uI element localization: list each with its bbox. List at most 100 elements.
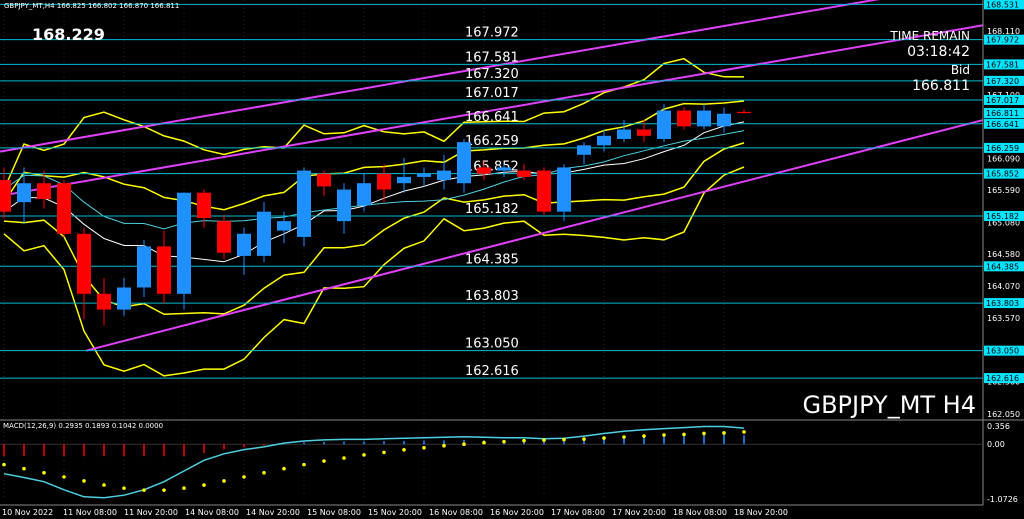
candle-body <box>217 221 231 253</box>
macd-signal-dot <box>62 475 66 479</box>
candle-body <box>537 170 551 212</box>
candle-body <box>97 293 111 310</box>
price-chart[interactable]: 167.972 167.581 167.320 167.017 166.641 166.2… <box>0 0 1024 519</box>
macd-signal-dot <box>282 466 286 471</box>
macd-axis-label: 0.356 <box>987 422 1010 431</box>
candle-body <box>297 170 311 237</box>
macd-signal-dot <box>222 479 226 483</box>
level-label: 167.017 <box>465 86 519 101</box>
level-label: 163.803 <box>465 289 519 304</box>
macd-signal-dot <box>402 448 406 452</box>
macd-signal-dot <box>582 437 586 441</box>
macd-signal-dot <box>422 445 426 450</box>
current-price-readout: 168.229 <box>32 25 105 44</box>
candle-body <box>57 183 71 234</box>
candle-body <box>597 135 611 146</box>
level-label: 164.385 <box>465 252 519 267</box>
candle-body <box>157 246 171 294</box>
macd-signal-dot <box>42 471 46 475</box>
candle-body <box>457 142 471 184</box>
date-label: 16 Nov 20:00 <box>490 508 544 517</box>
axis-price-box-label: 166.259 <box>986 144 1019 153</box>
macd-signal-dot <box>562 437 566 442</box>
time-remain-label: TIME REMAIN <box>889 29 970 43</box>
axis-tick-label: 165.590 <box>987 186 1020 195</box>
axis-tick-label: 168.110 <box>987 27 1020 36</box>
candle-body <box>357 183 371 206</box>
bid-value: 166.811 <box>912 78 970 94</box>
macd-signal-dot <box>22 466 26 471</box>
date-label: 10 Nov 2022 <box>2 508 53 517</box>
axis-price-box-label: 165.182 <box>986 212 1019 221</box>
date-label: 14 Nov 20:00 <box>246 508 300 517</box>
macd-signal-dot <box>742 430 746 434</box>
axis-price-box-label: 166.811 <box>986 109 1019 118</box>
candle-body <box>697 110 711 127</box>
axis-price-box-label: 167.581 <box>986 60 1019 69</box>
axis-price-box-label: 165.852 <box>986 170 1019 179</box>
axis-tick-label: 163.570 <box>987 314 1020 323</box>
macd-signal-dot <box>462 442 466 446</box>
macd-signal-dot <box>482 440 486 445</box>
level-label: 166.259 <box>465 134 519 149</box>
date-label: 18 Nov 08:00 <box>673 508 727 517</box>
axis-price-box-label: 168.531 <box>986 0 1019 9</box>
candle-body <box>577 145 591 155</box>
axis-price-box-label: 163.050 <box>986 347 1019 356</box>
candle-body <box>317 173 331 187</box>
date-label: 11 Nov 20:00 <box>124 508 178 517</box>
candle-body <box>637 129 651 136</box>
macd-signal-dot <box>302 462 306 467</box>
level-label: 167.320 <box>465 67 519 82</box>
candle-body <box>177 192 191 294</box>
level-label: 162.616 <box>465 364 519 379</box>
date-label: 16 Nov 08:00 <box>429 508 483 517</box>
date-label: 15 Nov 20:00 <box>368 508 422 517</box>
macd-signal-dot <box>502 439 506 444</box>
macd-signal-dot <box>242 475 246 479</box>
level-label: 165.182 <box>465 202 519 217</box>
macd-label: MACD(12,26,9) 0.2935 0.1893 0.1042 0.000… <box>3 422 163 430</box>
candle-body <box>17 183 31 203</box>
macd-signal-dot <box>662 433 666 437</box>
candle-body <box>257 211 271 256</box>
candle-body <box>397 176 411 184</box>
level-label: 167.581 <box>465 50 519 65</box>
axis-tick-label: 164.580 <box>987 250 1020 259</box>
macd-signal-dot <box>262 471 266 475</box>
candle-body <box>197 192 211 218</box>
date-label: 17 Nov 08:00 <box>551 508 605 517</box>
macd-signal-dot <box>382 450 386 455</box>
candle-body <box>677 110 691 127</box>
level-label: 166.641 <box>465 110 519 125</box>
date-label: 14 Nov 08:00 <box>185 508 239 517</box>
candle-body <box>437 170 451 181</box>
date-label: 15 Nov 08:00 <box>307 508 361 517</box>
macd-signal-dot <box>682 432 686 437</box>
axis-price-box-label: 167.320 <box>986 77 1019 86</box>
macd-signal-dot <box>182 486 186 490</box>
chart-window[interactable]: 167.972 167.581 167.320 167.017 166.641 166.2… <box>0 0 1024 519</box>
macd-axis-label: -1.0726 <box>987 495 1018 504</box>
symbol-watermark: GBPJPY_MT H4 <box>802 391 976 419</box>
candle-body <box>657 110 671 139</box>
macd-signal-dot <box>322 459 326 463</box>
candle-body <box>377 173 391 190</box>
candle-body <box>337 189 351 222</box>
candle-body <box>557 167 571 212</box>
macd-signal-dot <box>702 431 706 436</box>
axis-price-box-label: 162.616 <box>986 374 1019 383</box>
candle-body <box>117 287 131 310</box>
axis-price-box-label: 163.803 <box>986 299 1019 308</box>
macd-signal-dot <box>202 483 206 487</box>
macd-signal-dot <box>2 462 6 467</box>
candle-body <box>417 173 431 177</box>
candle-body <box>477 167 491 174</box>
axis-tick-label: 166.090 <box>987 155 1020 164</box>
macd-signal-dot <box>722 431 726 435</box>
candle-body <box>237 233 251 256</box>
date-label: 17 Nov 20:00 <box>612 508 666 517</box>
axis-price-box-label: 166.641 <box>986 120 1019 129</box>
macd-signal-dot <box>602 436 606 440</box>
macd-axis-label: 0.00 <box>987 440 1005 449</box>
